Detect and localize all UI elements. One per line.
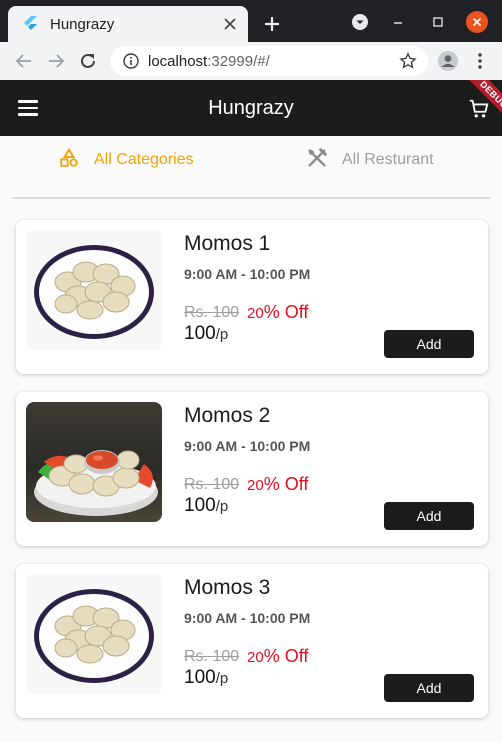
more-menu-icon[interactable]	[466, 47, 494, 75]
add-button[interactable]: Add	[384, 330, 474, 358]
browser-toolbar: localhost:32999/#/	[0, 42, 502, 80]
url-text: localhost:32999/#/	[148, 52, 270, 70]
item-old-price: Rs. 100	[184, 648, 240, 665]
tab-label: All Categories	[94, 151, 194, 168]
list-item[interactable]: Momos 2 9:00 AM - 10:00 PM Rs. 100 20% O…	[16, 392, 488, 546]
profile-avatar-icon[interactable]	[434, 47, 462, 75]
categories-icon	[58, 147, 80, 174]
add-button[interactable]: Add	[384, 502, 474, 530]
new-tab-button[interactable]	[258, 10, 286, 38]
list-item[interactable]: Momos 3 9:00 AM - 10:00 PM Rs. 100 20% O…	[16, 564, 488, 718]
restaurant-icon	[306, 147, 328, 174]
app-viewport: Hungrazy DEBUG All Categories All Restur…	[0, 80, 502, 741]
site-info-icon[interactable]	[118, 53, 144, 69]
add-button[interactable]: Add	[384, 674, 474, 702]
item-price: 100/p	[184, 495, 229, 516]
item-discount: 20% Off	[247, 474, 309, 494]
close-tab-icon[interactable]	[218, 12, 242, 36]
cart-icon[interactable]	[468, 98, 492, 122]
item-price: 100/p	[184, 323, 229, 344]
maximize-button[interactable]	[426, 10, 450, 34]
item-name: Momos 2	[184, 404, 271, 427]
tab-all-resturant[interactable]: All Resturant	[306, 147, 434, 174]
flutter-icon	[22, 16, 38, 32]
app-title: Hungrazy	[208, 97, 294, 119]
momos-plate-image	[26, 230, 162, 350]
tab-title: Hungrazy	[50, 15, 115, 33]
list-item[interactable]: Momos 1 9:00 AM - 10:00 PM Rs. 100 20% O…	[16, 220, 488, 374]
tab-all-categories[interactable]: All Categories	[58, 147, 194, 174]
forward-button[interactable]	[42, 47, 70, 75]
close-window-button[interactable]	[466, 11, 488, 33]
item-price: 100/p	[184, 667, 229, 688]
item-discount: 20% Off	[247, 646, 309, 666]
item-name: Momos 1	[184, 232, 271, 255]
browser-tab-strip: Hungrazy	[0, 0, 502, 42]
tab-search-button[interactable]	[348, 10, 372, 34]
browser-tab[interactable]: Hungrazy	[8, 6, 248, 42]
item-hours: 9:00 AM - 10:00 PM	[184, 438, 311, 454]
reload-button[interactable]	[74, 47, 102, 75]
item-old-price: Rs. 100	[184, 304, 240, 321]
momos-plate-image	[26, 574, 162, 694]
item-name: Momos 3	[184, 576, 271, 599]
app-bar: Hungrazy DEBUG	[0, 80, 502, 136]
item-hours: 9:00 AM - 10:00 PM	[184, 266, 311, 282]
item-discount: 20% Off	[247, 302, 309, 322]
tab-label: All Resturant	[342, 151, 434, 168]
address-bar[interactable]: localhost:32999/#/	[110, 46, 428, 76]
bookmark-star-icon[interactable]	[394, 52, 422, 70]
item-old-price: Rs. 100	[184, 476, 240, 493]
category-tabs: All Categories All Resturant	[0, 136, 502, 199]
minimize-button[interactable]	[386, 10, 410, 34]
item-hours: 9:00 AM - 10:00 PM	[184, 610, 311, 626]
tabs-divider	[12, 197, 490, 199]
back-button[interactable]	[10, 47, 38, 75]
momos-bowl-image	[26, 402, 162, 522]
